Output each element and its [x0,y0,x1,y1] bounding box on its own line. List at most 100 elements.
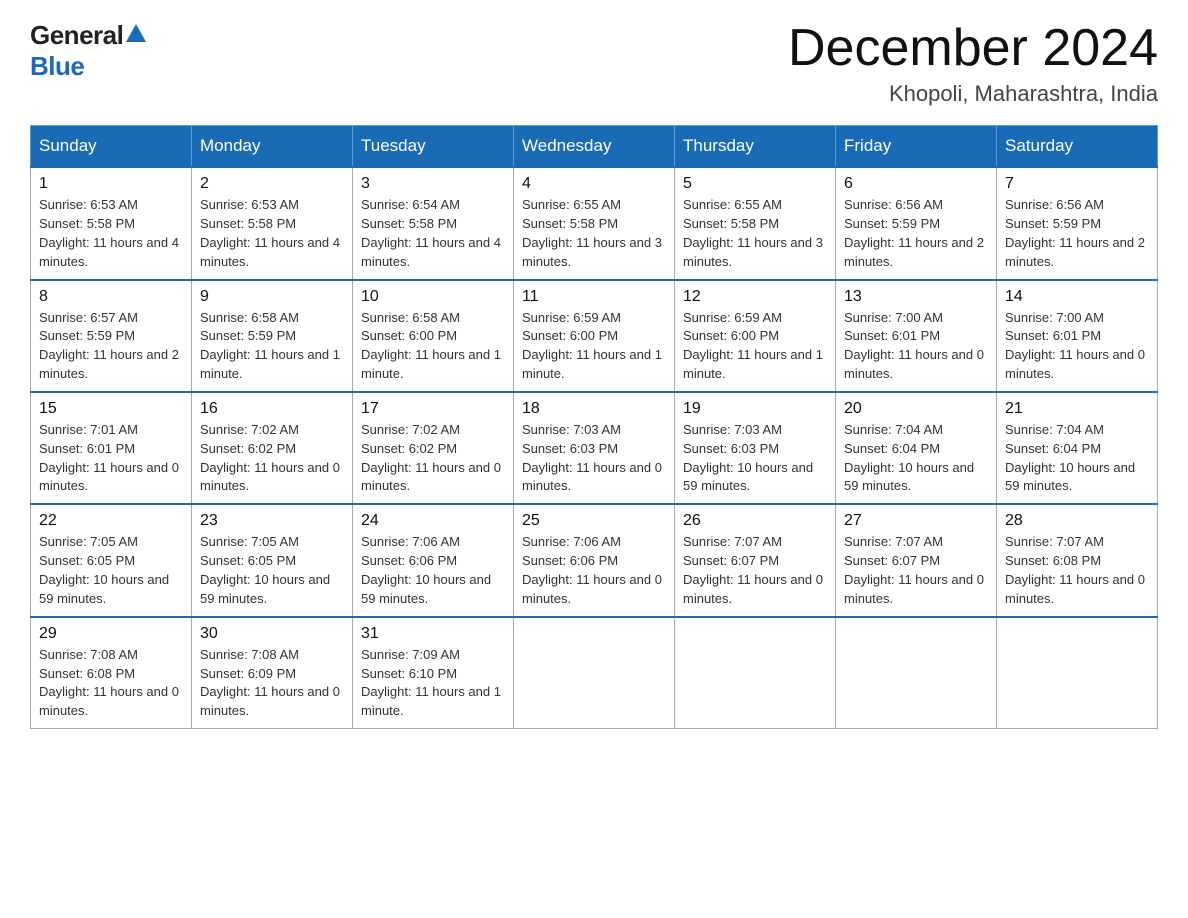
logo-triangle-icon [126,24,146,42]
logo-blue-text: Blue [30,51,84,82]
day-info: Sunrise: 7:07 AMSunset: 6:07 PMDaylight:… [683,533,827,608]
calendar-cell: 28 Sunrise: 7:07 AMSunset: 6:08 PMDayligh… [997,504,1158,616]
calendar-cell [836,617,997,729]
day-number: 15 [39,400,183,418]
column-header-sunday: Sunday [31,126,192,168]
calendar-cell: 11Sunrise: 6:59 AMSunset: 6:00 PMDayligh… [514,280,675,392]
calendar-cell: 5 Sunrise: 6:55 AMSunset: 5:58 PMDaylight… [675,167,836,279]
calendar-cell: 25 Sunrise: 7:06 AMSunset: 6:06 PMDayligh… [514,504,675,616]
day-info: Sunrise: 6:56 AMSunset: 5:59 PMDaylight:… [1005,196,1149,271]
calendar-cell: 12Sunrise: 6:59 AMSunset: 6:00 PMDayligh… [675,280,836,392]
day-number: 30 [200,625,344,643]
day-info: Sunrise: 7:08 AMSunset: 6:08 PMDaylight:… [39,646,183,721]
day-number: 1 [39,175,183,193]
calendar-cell: 7 Sunrise: 6:56 AMSunset: 5:59 PMDaylight… [997,167,1158,279]
day-number: 10 [361,288,505,306]
day-number: 21 [1005,400,1149,418]
calendar-cell: 21 Sunrise: 7:04 AMSunset: 6:04 PMDayligh… [997,392,1158,504]
column-header-wednesday: Wednesday [514,126,675,168]
month-year-title: December 2024 [788,20,1158,77]
day-info: Sunrise: 7:01 AMSunset: 6:01 PMDaylight:… [39,421,183,496]
day-info: Sunrise: 6:56 AMSunset: 5:59 PMDaylight:… [844,196,988,271]
location-subtitle: Khopoli, Maharashtra, India [788,81,1158,107]
calendar-table: SundayMondayTuesdayWednesdayThursdayFrid… [30,125,1158,729]
calendar-cell: 3 Sunrise: 6:54 AMSunset: 5:58 PMDaylight… [353,167,514,279]
day-info: Sunrise: 7:06 AMSunset: 6:06 PMDaylight:… [361,533,505,608]
day-info: Sunrise: 6:54 AMSunset: 5:58 PMDaylight:… [361,196,505,271]
calendar-cell: 6 Sunrise: 6:56 AMSunset: 5:59 PMDaylight… [836,167,997,279]
day-number: 31 [361,625,505,643]
day-info: Sunrise: 7:02 AMSunset: 6:02 PMDaylight:… [361,421,505,496]
page-header: General Blue December 2024 Khopoli, Maha… [30,20,1158,107]
day-info: Sunrise: 7:07 AMSunset: 6:07 PMDaylight:… [844,533,988,608]
day-number: 9 [200,288,344,306]
day-number: 14 [1005,288,1149,306]
day-info: Sunrise: 7:02 AMSunset: 6:02 PMDaylight:… [200,421,344,496]
day-number: 16 [200,400,344,418]
column-header-friday: Friday [836,126,997,168]
calendar-cell: 22Sunrise: 7:05 AMSunset: 6:05 PMDayligh… [31,504,192,616]
day-info: Sunrise: 6:58 AMSunset: 6:00 PMDaylight:… [361,309,505,384]
title-area: December 2024 Khopoli, Maharashtra, Indi… [788,20,1158,107]
calendar-cell: 14 Sunrise: 7:00 AMSunset: 6:01 PMDayligh… [997,280,1158,392]
calendar-cell: 31 Sunrise: 7:09 AMSunset: 6:10 PMDayligh… [353,617,514,729]
day-number: 26 [683,512,827,530]
day-info: Sunrise: 6:53 AMSunset: 5:58 PMDaylight:… [200,196,344,271]
column-header-monday: Monday [192,126,353,168]
day-number: 18 [522,400,666,418]
day-info: Sunrise: 7:00 AMSunset: 6:01 PMDaylight:… [1005,309,1149,384]
calendar-cell: 4 Sunrise: 6:55 AMSunset: 5:58 PMDaylight… [514,167,675,279]
day-number: 28 [1005,512,1149,530]
day-number: 20 [844,400,988,418]
day-number: 8 [39,288,183,306]
day-info: Sunrise: 7:05 AMSunset: 6:05 PMDaylight:… [200,533,344,608]
day-info: Sunrise: 7:05 AMSunset: 6:05 PMDaylight:… [39,533,183,608]
day-info: Sunrise: 7:06 AMSunset: 6:06 PMDaylight:… [522,533,666,608]
day-info: Sunrise: 7:07 AMSunset: 6:08 PMDaylight:… [1005,533,1149,608]
logo-general-text: General [30,20,123,51]
day-info: Sunrise: 7:00 AMSunset: 6:01 PMDaylight:… [844,309,988,384]
column-header-tuesday: Tuesday [353,126,514,168]
calendar-week-row: 22Sunrise: 7:05 AMSunset: 6:05 PMDayligh… [31,504,1158,616]
day-number: 23 [200,512,344,530]
calendar-week-row: 8 Sunrise: 6:57 AMSunset: 5:59 PMDaylight… [31,280,1158,392]
day-number: 7 [1005,175,1149,193]
day-info: Sunrise: 6:55 AMSunset: 5:58 PMDaylight:… [683,196,827,271]
calendar-cell: 26 Sunrise: 7:07 AMSunset: 6:07 PMDayligh… [675,504,836,616]
calendar-cell: 15 Sunrise: 7:01 AMSunset: 6:01 PMDayligh… [31,392,192,504]
day-info: Sunrise: 7:09 AMSunset: 6:10 PMDaylight:… [361,646,505,721]
calendar-header-row: SundayMondayTuesdayWednesdayThursdayFrid… [31,126,1158,168]
calendar-cell: 29 Sunrise: 7:08 AMSunset: 6:08 PMDayligh… [31,617,192,729]
column-header-saturday: Saturday [997,126,1158,168]
day-number: 12 [683,288,827,306]
day-number: 29 [39,625,183,643]
day-number: 2 [200,175,344,193]
day-info: Sunrise: 6:53 AMSunset: 5:58 PMDaylight:… [39,196,183,271]
day-info: Sunrise: 6:55 AMSunset: 5:58 PMDaylight:… [522,196,666,271]
logo: General Blue [30,20,146,82]
day-info: Sunrise: 7:04 AMSunset: 6:04 PMDaylight:… [1005,421,1149,496]
calendar-week-row: 29 Sunrise: 7:08 AMSunset: 6:08 PMDayligh… [31,617,1158,729]
day-info: Sunrise: 7:04 AMSunset: 6:04 PMDaylight:… [844,421,988,496]
day-info: Sunrise: 6:57 AMSunset: 5:59 PMDaylight:… [39,309,183,384]
calendar-week-row: 15 Sunrise: 7:01 AMSunset: 6:01 PMDayligh… [31,392,1158,504]
day-number: 6 [844,175,988,193]
day-number: 3 [361,175,505,193]
day-number: 5 [683,175,827,193]
day-number: 17 [361,400,505,418]
calendar-week-row: 1 Sunrise: 6:53 AMSunset: 5:58 PMDaylight… [31,167,1158,279]
day-number: 13 [844,288,988,306]
calendar-cell: 1 Sunrise: 6:53 AMSunset: 5:58 PMDaylight… [31,167,192,279]
day-number: 25 [522,512,666,530]
calendar-cell: 9Sunrise: 6:58 AMSunset: 5:59 PMDaylight… [192,280,353,392]
calendar-cell: 13 Sunrise: 7:00 AMSunset: 6:01 PMDayligh… [836,280,997,392]
calendar-cell: 8 Sunrise: 6:57 AMSunset: 5:59 PMDaylight… [31,280,192,392]
calendar-cell: 23 Sunrise: 7:05 AMSunset: 6:05 PMDayligh… [192,504,353,616]
day-number: 4 [522,175,666,193]
calendar-cell: 20 Sunrise: 7:04 AMSunset: 6:04 PMDayligh… [836,392,997,504]
calendar-cell: 10 Sunrise: 6:58 AMSunset: 6:00 PMDayligh… [353,280,514,392]
calendar-cell: 16 Sunrise: 7:02 AMSunset: 6:02 PMDayligh… [192,392,353,504]
day-info: Sunrise: 7:03 AMSunset: 6:03 PMDaylight:… [683,421,827,496]
day-info: Sunrise: 7:03 AMSunset: 6:03 PMDaylight:… [522,421,666,496]
day-info: Sunrise: 7:08 AMSunset: 6:09 PMDaylight:… [200,646,344,721]
